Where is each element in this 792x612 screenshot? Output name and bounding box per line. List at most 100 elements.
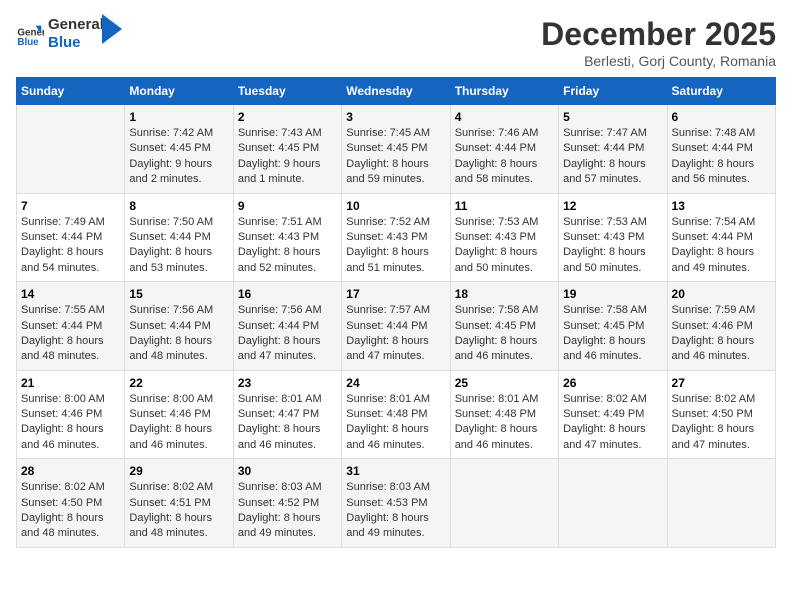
calendar-week-row: 21Sunrise: 8:00 AMSunset: 4:46 PMDayligh… (17, 370, 776, 459)
sunrise-text: Sunrise: 7:42 AMSunset: 4:45 PMDaylight:… (129, 127, 213, 185)
col-header-tuesday: Tuesday (233, 78, 341, 105)
calendar-cell: 11Sunrise: 7:53 AMSunset: 4:43 PMDayligh… (450, 193, 558, 282)
day-number: 30 (238, 464, 337, 478)
day-number: 19 (563, 287, 662, 301)
calendar-cell: 27 Sunrise: 8:02 AMSunset: 4:50 PMDayligh… (667, 370, 775, 459)
day-number: 9 (238, 199, 337, 213)
col-header-wednesday: Wednesday (342, 78, 450, 105)
col-header-friday: Friday (559, 78, 667, 105)
day-number: 13 (672, 199, 771, 213)
calendar-cell: 10Sunrise: 7:52 AMSunset: 4:43 PMDayligh… (342, 193, 450, 282)
page-header: General Blue General Blue December 2025 … (16, 16, 776, 69)
calendar-cell: 18Sunrise: 7:58 AMSunset: 4:45 PMDayligh… (450, 282, 558, 371)
sunrise-text: Sunrise: 8:02 AMSunset: 4:50 PMDaylight:… (672, 393, 756, 451)
sunrise-text: Sunrise: 7:46 AMSunset: 4:44 PMDaylight:… (455, 127, 539, 185)
day-number: 22 (129, 376, 228, 390)
sunrise-text: Sunrise: 7:56 AMSunset: 4:44 PMDaylight:… (129, 304, 213, 362)
day-number: 7 (21, 199, 120, 213)
sunrise-text: Sunrise: 7:53 AMSunset: 4:43 PMDaylight:… (455, 216, 539, 274)
sunrise-text: Sunrise: 8:02 AMSunset: 4:51 PMDaylight:… (129, 481, 213, 539)
day-number: 8 (129, 199, 228, 213)
day-number: 31 (346, 464, 445, 478)
logo-general: General (48, 16, 104, 34)
sunrise-text: Sunrise: 7:53 AMSunset: 4:43 PMDaylight:… (563, 216, 647, 274)
calendar-cell: 28 Sunrise: 8:02 AMSunset: 4:50 PMDayligh… (17, 459, 125, 548)
logo-blue: Blue (48, 34, 104, 52)
calendar-table: SundayMondayTuesdayWednesdayThursdayFrid… (16, 77, 776, 548)
sunrise-text: Sunrise: 8:03 AMSunset: 4:53 PMDaylight:… (346, 481, 430, 539)
calendar-cell: 22Sunrise: 8:00 AMSunset: 4:46 PMDayligh… (125, 370, 233, 459)
calendar-cell: 23Sunrise: 8:01 AMSunset: 4:47 PMDayligh… (233, 370, 341, 459)
calendar-cell: 21Sunrise: 8:00 AMSunset: 4:46 PMDayligh… (17, 370, 125, 459)
calendar-cell: 12 Sunrise: 7:53 AMSunset: 4:43 PMDayligh… (559, 193, 667, 282)
title-block: December 2025 Berlesti, Gorj County, Rom… (541, 16, 776, 69)
day-number: 18 (455, 287, 554, 301)
day-number: 20 (672, 287, 771, 301)
calendar-cell: 7 Sunrise: 7:49 AMSunset: 4:44 PMDaylight… (17, 193, 125, 282)
calendar-week-row: 14 Sunrise: 7:55 AMSunset: 4:44 PMDayligh… (17, 282, 776, 371)
calendar-week-row: 28 Sunrise: 8:02 AMSunset: 4:50 PMDayligh… (17, 459, 776, 548)
day-number: 16 (238, 287, 337, 301)
sunrise-text: Sunrise: 8:01 AMSunset: 4:47 PMDaylight:… (238, 393, 322, 451)
sunrise-text: Sunrise: 7:54 AMSunset: 4:44 PMDaylight:… (672, 216, 756, 274)
calendar-cell: 17Sunrise: 7:57 AMSunset: 4:44 PMDayligh… (342, 282, 450, 371)
calendar-cell: 13 Sunrise: 7:54 AMSunset: 4:44 PMDayligh… (667, 193, 775, 282)
calendar-header-row: SundayMondayTuesdayWednesdayThursdayFrid… (17, 78, 776, 105)
sunrise-text: Sunrise: 7:56 AMSunset: 4:44 PMDaylight:… (238, 304, 322, 362)
day-number: 1 (129, 110, 228, 124)
sunrise-text: Sunrise: 8:00 AMSunset: 4:46 PMDaylight:… (21, 393, 105, 451)
sunrise-text: Sunrise: 7:58 AMSunset: 4:45 PMDaylight:… (563, 304, 647, 362)
sunrise-text: Sunrise: 7:55 AMSunset: 4:44 PMDaylight:… (21, 304, 105, 362)
sunrise-text: Sunrise: 7:59 AMSunset: 4:46 PMDaylight:… (672, 304, 756, 362)
day-number: 3 (346, 110, 445, 124)
day-number: 28 (21, 464, 120, 478)
calendar-cell: 6Sunrise: 7:48 AMSunset: 4:44 PMDaylight… (667, 105, 775, 194)
sunrise-text: Sunrise: 8:03 AMSunset: 4:52 PMDaylight:… (238, 481, 322, 539)
sunrise-text: Sunrise: 7:48 AMSunset: 4:44 PMDaylight:… (672, 127, 756, 185)
day-number: 14 (21, 287, 120, 301)
calendar-cell: 3Sunrise: 7:45 AMSunset: 4:45 PMDaylight… (342, 105, 450, 194)
logo-icon: General Blue (16, 20, 44, 48)
calendar-cell (450, 459, 558, 548)
sunrise-text: Sunrise: 7:49 AMSunset: 4:44 PMDaylight:… (21, 216, 105, 274)
calendar-cell: 1 Sunrise: 7:42 AMSunset: 4:45 PMDaylight… (125, 105, 233, 194)
calendar-cell: 16 Sunrise: 7:56 AMSunset: 4:44 PMDayligh… (233, 282, 341, 371)
col-header-thursday: Thursday (450, 78, 558, 105)
day-number: 29 (129, 464, 228, 478)
location-subtitle: Berlesti, Gorj County, Romania (541, 53, 776, 69)
calendar-cell: 14 Sunrise: 7:55 AMSunset: 4:44 PMDayligh… (17, 282, 125, 371)
logo-arrow-icon (102, 14, 122, 44)
day-number: 2 (238, 110, 337, 124)
calendar-cell: 25Sunrise: 8:01 AMSunset: 4:48 PMDayligh… (450, 370, 558, 459)
calendar-cell (17, 105, 125, 194)
calendar-cell: 26Sunrise: 8:02 AMSunset: 4:49 PMDayligh… (559, 370, 667, 459)
calendar-week-row: 1 Sunrise: 7:42 AMSunset: 4:45 PMDaylight… (17, 105, 776, 194)
day-number: 27 (672, 376, 771, 390)
col-header-monday: Monday (125, 78, 233, 105)
calendar-cell: 24Sunrise: 8:01 AMSunset: 4:48 PMDayligh… (342, 370, 450, 459)
logo: General Blue General Blue (16, 16, 122, 52)
calendar-week-row: 7 Sunrise: 7:49 AMSunset: 4:44 PMDaylight… (17, 193, 776, 282)
sunrise-text: Sunrise: 7:50 AMSunset: 4:44 PMDaylight:… (129, 216, 213, 274)
day-number: 24 (346, 376, 445, 390)
col-header-saturday: Saturday (667, 78, 775, 105)
calendar-cell: 5 Sunrise: 7:47 AMSunset: 4:44 PMDaylight… (559, 105, 667, 194)
day-number: 26 (563, 376, 662, 390)
calendar-cell: 20 Sunrise: 7:59 AMSunset: 4:46 PMDayligh… (667, 282, 775, 371)
calendar-cell: 30 Sunrise: 8:03 AMSunset: 4:52 PMDayligh… (233, 459, 341, 548)
calendar-cell: 4Sunrise: 7:46 AMSunset: 4:44 PMDaylight… (450, 105, 558, 194)
day-number: 15 (129, 287, 228, 301)
day-number: 17 (346, 287, 445, 301)
sunrise-text: Sunrise: 8:02 AMSunset: 4:50 PMDaylight:… (21, 481, 105, 539)
day-number: 5 (563, 110, 662, 124)
sunrise-text: Sunrise: 7:47 AMSunset: 4:44 PMDaylight:… (563, 127, 647, 185)
svg-text:Blue: Blue (17, 37, 39, 48)
calendar-cell: 31 Sunrise: 8:03 AMSunset: 4:53 PMDayligh… (342, 459, 450, 548)
calendar-cell: 19 Sunrise: 7:58 AMSunset: 4:45 PMDayligh… (559, 282, 667, 371)
day-number: 10 (346, 199, 445, 213)
day-number: 12 (563, 199, 662, 213)
calendar-cell: 9Sunrise: 7:51 AMSunset: 4:43 PMDaylight… (233, 193, 341, 282)
sunrise-text: Sunrise: 8:01 AMSunset: 4:48 PMDaylight:… (455, 393, 539, 451)
calendar-cell: 2Sunrise: 7:43 AMSunset: 4:45 PMDaylight… (233, 105, 341, 194)
calendar-cell (667, 459, 775, 548)
